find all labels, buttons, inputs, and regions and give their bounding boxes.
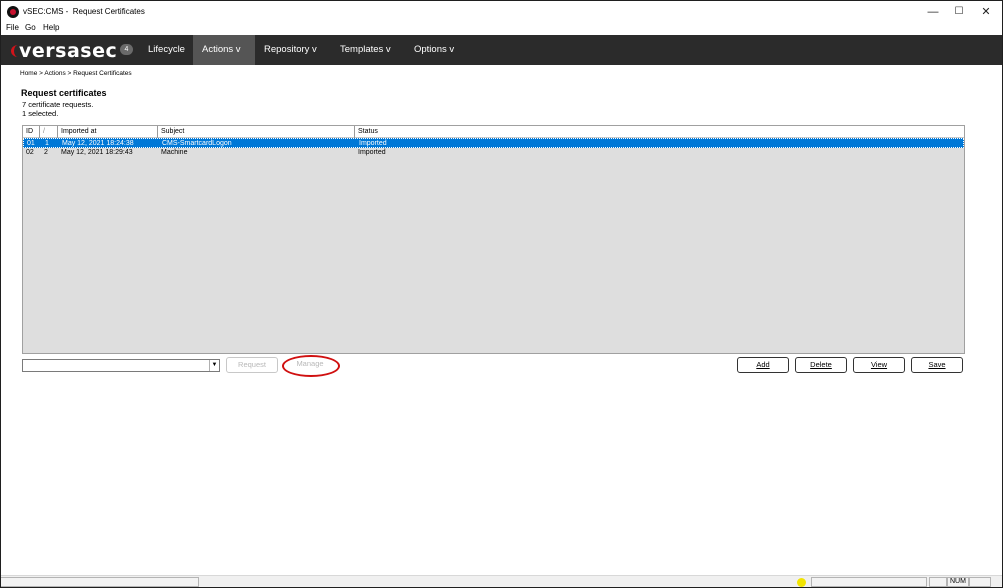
- col-header-sort[interactable]: /: [40, 126, 58, 138]
- nav-repository[interactable]: Repository v: [255, 35, 326, 65]
- col-header-status[interactable]: Status: [355, 126, 964, 138]
- cell-number: 2: [44, 149, 48, 156]
- chevron-down-icon[interactable]: ▼: [209, 360, 219, 371]
- cell-imported: May 12, 2021 18:29:43: [61, 149, 133, 156]
- delete-button[interactable]: Delete: [795, 357, 847, 373]
- window-title: vSEC:CMS - Request Certificates: [23, 7, 145, 16]
- notification-badge[interactable]: 4: [120, 44, 133, 55]
- cell-status: Imported: [358, 149, 386, 156]
- request-count: 7 certificate requests.: [22, 100, 94, 109]
- status-pane-scroll: [969, 577, 991, 587]
- nav-templates[interactable]: Templates v: [331, 35, 400, 65]
- cell-subject: Machine: [161, 149, 188, 156]
- save-button[interactable]: Save: [911, 357, 963, 373]
- highlight-ellipse: [282, 355, 340, 377]
- add-button[interactable]: Add: [737, 357, 789, 373]
- cell-id: 02: [26, 149, 34, 156]
- col-header-subject[interactable]: Subject: [158, 126, 355, 138]
- nav-options[interactable]: Options v: [405, 35, 463, 65]
- title-bar: vSEC:CMS - Request Certificates — ☐ ✕: [1, 1, 1002, 23]
- app-window: vSEC:CMS - Request Certificates — ☐ ✕ Fi…: [0, 0, 1003, 588]
- app-logo-icon: [7, 6, 19, 18]
- maximize-icon[interactable]: ☐: [944, 1, 974, 23]
- logo-text: versasec: [19, 40, 118, 62]
- table-header: ID / Imported at Subject Status: [23, 126, 964, 138]
- status-pane-main: [1, 577, 199, 587]
- menu-help[interactable]: Help: [43, 23, 59, 32]
- request-button[interactable]: Request: [226, 357, 278, 373]
- status-pane-caps: [929, 577, 947, 587]
- nav-bar: versasec 4 Lifecycle Actions v Repositor…: [1, 35, 1002, 65]
- status-indicator-icon: [797, 578, 806, 587]
- page-title: Request certificates: [21, 88, 107, 98]
- close-icon[interactable]: ✕: [971, 1, 1001, 23]
- status-pane-progress: [811, 577, 927, 587]
- menu-bar: File Go Help: [1, 23, 1002, 35]
- nav-actions[interactable]: Actions v: [193, 35, 255, 65]
- breadcrumb: Home > Actions > Request Certificates: [20, 70, 132, 77]
- status-num: NUM: [947, 577, 969, 587]
- status-bar: NUM: [1, 575, 1002, 587]
- col-header-id[interactable]: ID: [23, 126, 40, 138]
- template-select[interactable]: ▼: [22, 359, 220, 372]
- selected-count: 1 selected.: [22, 109, 59, 118]
- table-row[interactable]: 02 2 May 12, 2021 18:29:43 Machine Impor…: [23, 148, 964, 158]
- table-row[interactable]: 01 1 May 12, 2021 18:24:38 CMS-Smartcard…: [23, 138, 964, 148]
- certificate-table[interactable]: ID / Imported at Subject Status 01 1 May…: [22, 125, 965, 354]
- col-header-imported[interactable]: Imported at: [58, 126, 158, 138]
- menu-file[interactable]: File: [6, 23, 19, 32]
- nav-lifecycle[interactable]: Lifecycle: [139, 35, 194, 65]
- menu-go[interactable]: Go: [25, 23, 36, 32]
- view-button[interactable]: View: [853, 357, 905, 373]
